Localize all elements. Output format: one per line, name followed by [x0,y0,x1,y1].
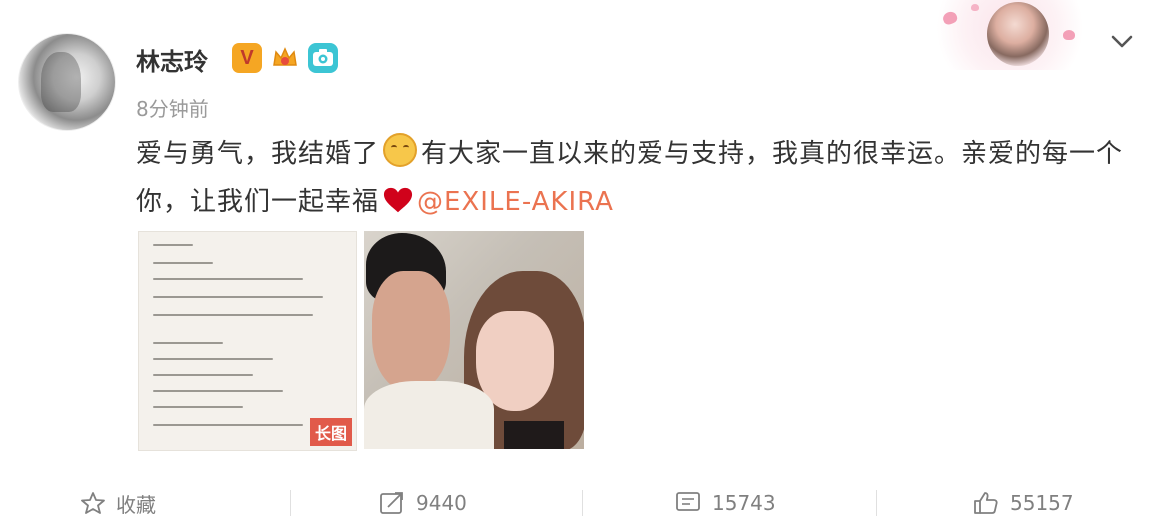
star-icon [81,492,105,514]
favorite-button[interactable]: 收藏 [80,488,156,518]
vip-crown-icon[interactable] [270,43,300,73]
heart-icon [971,4,979,11]
username[interactable]: 林志玲 [136,42,208,77]
post-action-bar: 收藏 9440 15743 55157 [0,488,1174,518]
avatar[interactable] [18,33,116,131]
verified-v-icon[interactable]: V [232,43,262,73]
chevron-down-icon [1111,35,1133,48]
like-button[interactable]: 55157 [972,488,1074,518]
comment-count: 15743 [712,491,776,515]
comment-button[interactable]: 15743 [674,488,776,518]
like-count: 55157 [1010,491,1074,515]
mention-link[interactable]: @EXILE-AKIRA [417,187,614,217]
divider [876,490,877,516]
post-image-photo[interactable] [364,231,584,449]
repost-button[interactable]: 9440 [378,488,467,518]
post-menu-button[interactable] [1108,30,1136,54]
heart-icon [941,9,959,27]
repost-icon [380,492,403,514]
divider [582,490,583,516]
favorite-label: 收藏 [116,492,156,517]
repost-count: 9440 [416,491,467,515]
post-timestamp[interactable]: 8分钟前 [136,93,209,122]
heart-icon [1063,30,1075,40]
post-image-letter[interactable]: 长图 [138,231,357,451]
post-text: 爱与勇气，我结婚了 有大家一直以来的爱与支持，我真的很幸运。亲爱的每一个你，让我们… [136,130,1126,226]
heart-icon [383,187,413,213]
thumbs-up-icon [974,492,998,514]
smile-emoji-icon [383,133,418,167]
camera-icon[interactable] [308,43,338,73]
comment-icon [676,492,700,511]
user-badges: V [232,43,338,73]
weibo-post-card: 林志玲 V 8分钟前 爱与勇气，我结婚了 有大家一直以来的爱与支持，我真的很幸运。… [0,0,1174,518]
long-image-badge: 长图 [309,418,352,446]
card-skin-decoration [935,0,1085,70]
skin-portrait [987,2,1049,66]
post-text-part: 爱与勇气，我结婚了 [136,139,380,169]
divider [290,490,291,516]
